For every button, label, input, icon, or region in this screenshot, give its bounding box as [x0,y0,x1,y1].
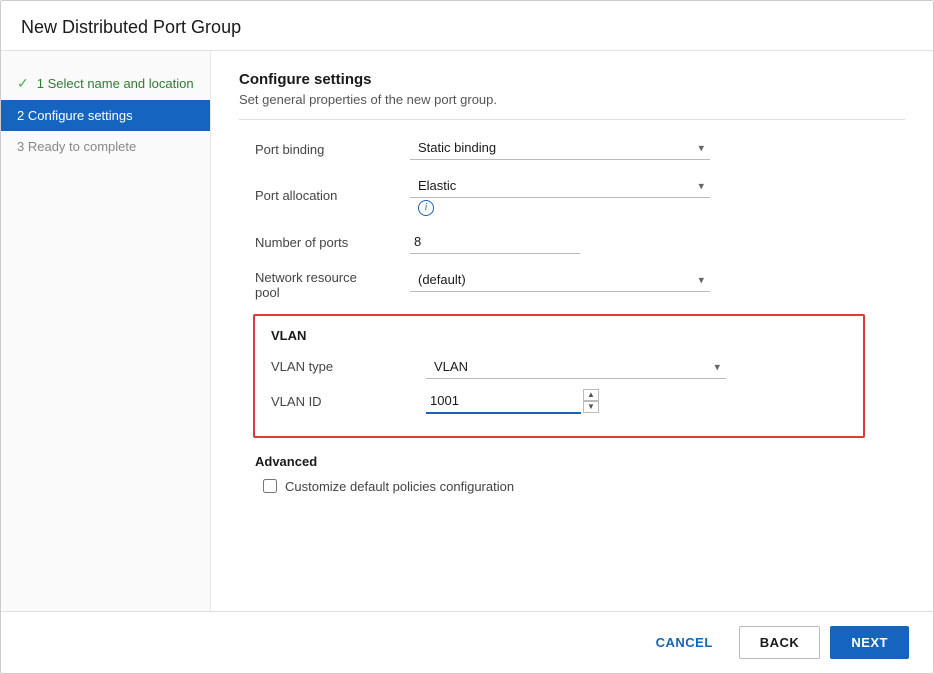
customize-policies-label: Customize default policies configuration [285,479,514,494]
advanced-title: Advanced [255,454,905,469]
section-desc: Set general properties of the new port g… [239,92,905,120]
vlan-title: VLAN [271,328,847,343]
network-resource-select-wrapper: (default) ▾ [410,268,710,292]
vlan-type-select[interactable]: None VLAN VLAN trunking Private VLAN [426,355,726,379]
port-allocation-info-icon: i [418,200,434,216]
form-area: Port binding Static binding Dynamic bind… [239,136,905,494]
new-distributed-port-group-dialog: New Distributed Port Group ✓ 1 Select na… [0,0,934,674]
vlan-id-input[interactable] [426,389,581,414]
dialog-body: ✓ 1 Select name and location 2 Configure… [1,51,933,611]
advanced-section: Advanced Customize default policies conf… [255,454,905,494]
num-ports-control [410,230,730,254]
network-resource-label-text: Network resourcepool [255,270,357,300]
dialog-title: New Distributed Port Group [21,17,913,38]
customize-policies-row: Customize default policies configuration [263,479,905,494]
vlan-id-increment-button[interactable]: ▲ [583,389,599,401]
cancel-button[interactable]: CANCEL [640,627,729,658]
num-ports-input[interactable] [410,230,580,254]
section-title: Configure settings [239,71,905,88]
vlan-type-label: VLAN type [271,359,426,374]
port-binding-control: Static binding Dynamic binding Ephemeral… [410,136,730,160]
sidebar-step-3[interactable]: 3 Ready to complete [1,131,210,162]
sidebar-step-1[interactable]: ✓ 1 Select name and location [1,67,210,100]
port-binding-select[interactable]: Static binding Dynamic binding Ephemeral… [410,136,710,160]
port-binding-row: Port binding Static binding Dynamic bind… [255,136,905,160]
port-binding-label: Port binding [255,140,410,157]
vlan-section: VLAN VLAN type None VLAN VLAN trunking P… [253,314,865,438]
next-button[interactable]: NEXT [830,626,909,659]
port-allocation-control: Elastic Fixed ▾ i [410,174,730,216]
sidebar: ✓ 1 Select name and location 2 Configure… [1,51,211,611]
port-allocation-select-wrapper: Elastic Fixed ▾ [410,174,710,198]
num-ports-row: Number of ports [255,230,905,254]
sidebar-step-2[interactable]: 2 Configure settings [1,100,210,131]
vlan-type-row: VLAN type None VLAN VLAN trunking Privat… [271,355,847,379]
customize-policies-checkbox[interactable] [263,479,277,493]
network-resource-select[interactable]: (default) [410,268,710,292]
check-icon: ✓ [17,75,29,92]
vlan-id-row: VLAN ID ▲ ▼ [271,389,847,414]
main-content: Configure settings Set general propertie… [211,51,933,611]
num-ports-label: Number of ports [255,233,410,250]
sidebar-step-3-label: 3 Ready to complete [17,139,136,154]
dialog-header: New Distributed Port Group [1,1,933,51]
sidebar-step-2-label: 2 Configure settings [17,108,133,123]
vlan-id-spinner: ▲ ▼ [583,389,599,413]
port-allocation-label: Port allocation [255,186,410,203]
sidebar-step-1-label: 1 Select name and location [37,76,194,91]
vlan-type-select-wrapper: None VLAN VLAN trunking Private VLAN ▾ [426,355,726,379]
network-resource-label: Network resourcepool [255,268,410,300]
vlan-id-wrapper: ▲ ▼ [426,389,599,414]
vlan-id-label: VLAN ID [271,394,426,409]
back-button[interactable]: BACK [739,626,821,659]
vlan-id-decrement-button[interactable]: ▼ [583,401,599,413]
port-allocation-row: Port allocation Elastic Fixed ▾ i [255,174,905,216]
network-resource-control: (default) ▾ [410,268,730,292]
port-binding-select-wrapper: Static binding Dynamic binding Ephemeral… [410,136,710,160]
dialog-footer: CANCEL BACK NEXT [1,611,933,673]
network-resource-row: Network resourcepool (default) ▾ [255,268,905,300]
port-allocation-select[interactable]: Elastic Fixed [410,174,710,198]
